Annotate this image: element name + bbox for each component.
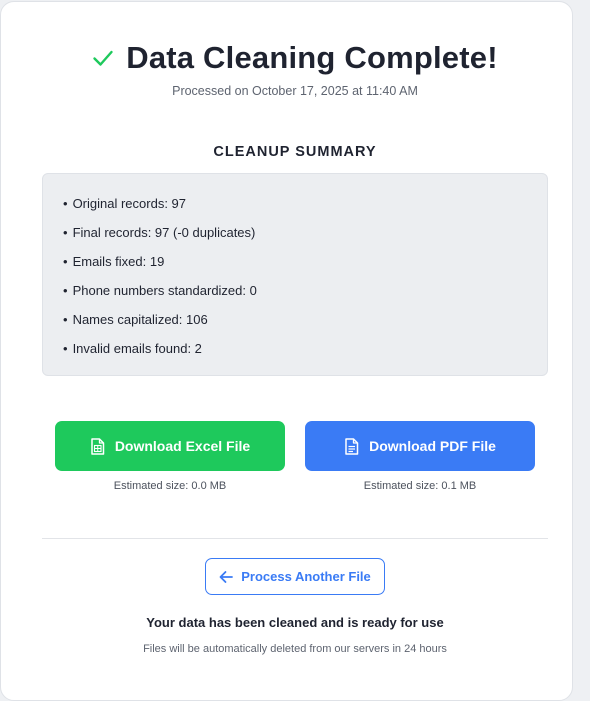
document-file-icon [344, 437, 359, 455]
check-icon [92, 47, 114, 69]
excel-estimated-size: Estimated size: 0.0 MB [113, 480, 227, 492]
auto-delete-note: Files will be automatically deleted from… [143, 643, 447, 655]
summary-item-names-capitalized: Names capitalized: 106 [63, 312, 547, 341]
pdf-download-group: Download PDF File Estimated size: 0.1 MB [305, 421, 535, 492]
process-another-file-label: Process Another File [241, 569, 371, 584]
header: Data Cleaning Complete! Processed on Oct… [1, 40, 589, 98]
arrow-left-icon [219, 570, 234, 584]
processed-timestamp: Processed on October 17, 2025 at 11:40 A… [172, 84, 418, 98]
summary-item-final-records: Final records: 97 (-0 duplicates) [63, 225, 547, 254]
divider [42, 538, 548, 539]
download-pdf-button[interactable]: Download PDF File [305, 421, 535, 471]
summary-item-invalid-emails: Invalid emails found: 2 [63, 341, 547, 370]
summary-item-emails-fixed: Emails fixed: 19 [63, 254, 547, 283]
download-excel-label: Download Excel File [114, 438, 251, 454]
summary-heading: CLEANUP SUMMARY [213, 144, 377, 160]
summary-box: Original records: 97 Final records: 97 (… [42, 173, 548, 376]
title-row: Data Cleaning Complete! [1, 40, 589, 76]
summary-item-original-records: Original records: 97 [63, 196, 547, 225]
page-title: Data Cleaning Complete! [126, 40, 498, 75]
result-card: Data Cleaning Complete! Processed on Oct… [0, 1, 573, 701]
excel-download-group: Download Excel File Estimated size: 0.0 … [55, 421, 285, 492]
download-pdf-label: Download PDF File [369, 438, 496, 454]
process-another-file-button[interactable]: Process Another File [205, 558, 385, 595]
spreadsheet-file-icon [90, 437, 105, 455]
pdf-estimated-size: Estimated size: 0.1 MB [363, 480, 477, 492]
summary-item-phones-standardized: Phone numbers standardized: 0 [63, 283, 547, 312]
ready-message: Your data has been cleaned and is ready … [146, 615, 444, 630]
download-excel-button[interactable]: Download Excel File [55, 421, 285, 471]
